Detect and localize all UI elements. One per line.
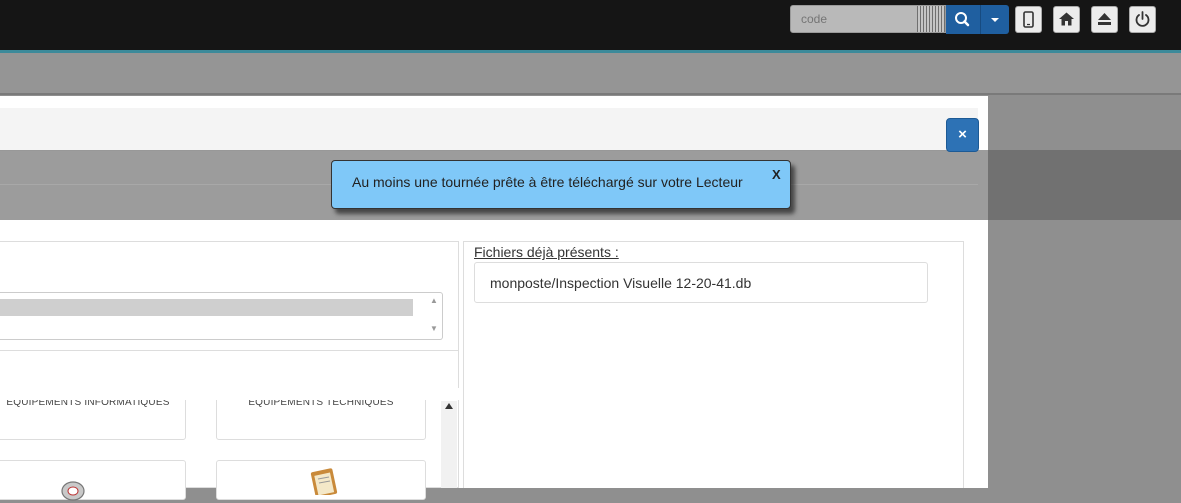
eject-button[interactable] [1091,6,1118,33]
search-icon [955,12,970,27]
notification-toast: Au moins une tournée prête à être téléch… [331,160,791,209]
secondary-bar [0,53,1181,95]
barcode-icon[interactable] [917,6,945,32]
file-item[interactable]: monposte/Inspection Visuelle 12-20-41.db [490,275,751,291]
category-card[interactable] [216,460,426,500]
search-button[interactable] [946,5,980,34]
mobile-icon [1023,11,1034,28]
selected-list-item[interactable] [0,299,413,316]
eject-icon [1098,13,1111,25]
category-grid-scrollbar[interactable] [441,401,457,488]
grid-clip [0,388,459,400]
toast-message: Au moins une tournée prête à être téléch… [352,174,743,190]
search-options-dropdown[interactable] [980,5,1009,34]
modal-close-button[interactable]: × [946,118,979,152]
category-card[interactable] [0,460,186,501]
panel-divider [0,350,459,351]
files-title: Fichiers déjà présents : [474,244,619,260]
selection-panel [0,241,459,488]
search-input[interactable] [791,6,921,32]
power-icon [1135,11,1150,27]
home-button[interactable] [1053,6,1080,33]
home-icon [1059,12,1074,26]
logout-button[interactable] [1129,6,1156,33]
modal-header [0,108,978,151]
clipboard-icon [310,468,338,495]
extinguisher-icon [61,481,85,501]
scroll-up-icon[interactable] [445,403,453,409]
list-scroll-down-icon[interactable]: ▼ [430,325,438,333]
top-navbar [0,0,1181,53]
mobile-button[interactable] [1015,6,1042,33]
toast-close-button[interactable]: X [772,167,781,182]
file-list[interactable]: monposte/Inspection Visuelle 12-20-41.db [474,262,928,303]
list-scroll-up-icon[interactable]: ▲ [430,297,438,305]
search-field[interactable] [790,5,946,33]
